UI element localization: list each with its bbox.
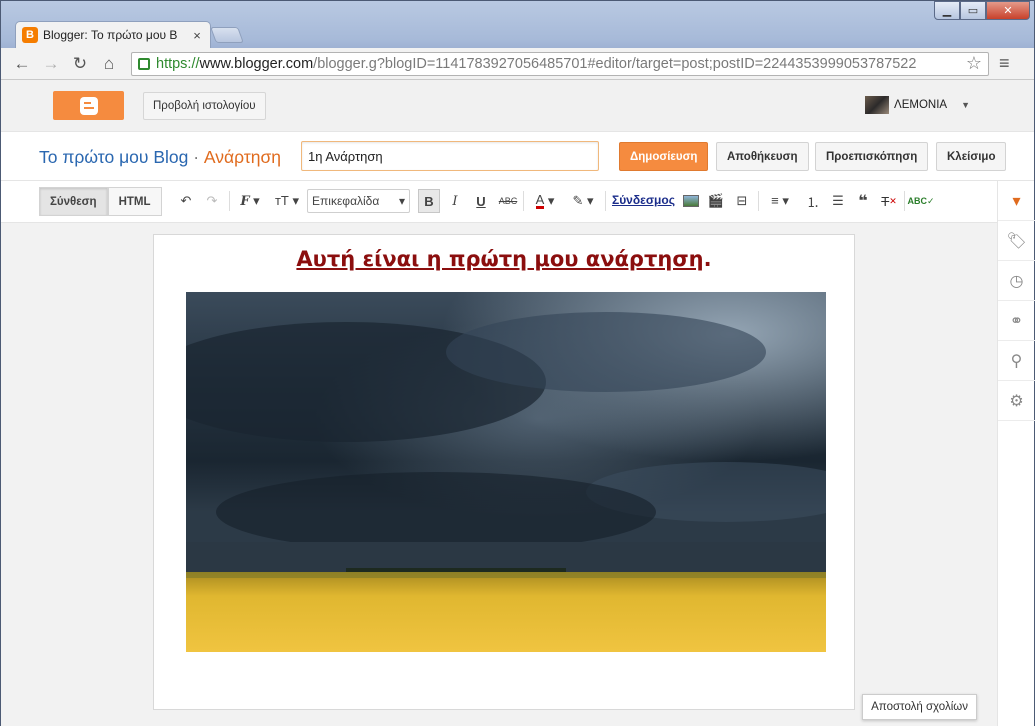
post-heading-text: Αυτή είναι η πρώτη μου ανάρτηση [296,247,704,271]
location-pin-icon[interactable]: ⚲ [998,341,1035,381]
reload-icon[interactable]: ↻ [67,51,93,77]
bold-button[interactable]: B [418,189,440,213]
save-button[interactable]: Αποθήκευση [716,142,809,171]
post-heading[interactable]: Αυτή είναι η πρώτη μου ανάρτηση. [154,247,854,271]
editor-area: Αυτή είναι η πρώτη μου ανάρτηση. Αποστολ… [1,223,997,726]
toolbar-divider [904,191,905,211]
font-family-icon[interactable]: F ▾ [235,189,265,213]
breadcrumb-separator: · [193,147,200,167]
strikethrough-button[interactable]: ABC [496,189,520,213]
browser-tab[interactable]: B Blogger: Το πρώτο μου Β × [15,21,211,48]
options-gear-icon[interactable]: ⚙ [998,381,1035,421]
tab-strip: B Blogger: Το πρώτο μου Β × ▁ ▭ ✕ [1,1,1034,48]
remove-formatting-icon[interactable]: T ✕ [878,189,900,213]
toolbar-divider [229,191,230,211]
publish-button[interactable]: Δημοσίευση [619,142,709,171]
highlight-color-icon[interactable]: ✎ ▾ [567,189,599,213]
format-toolbar: Σύνθεση HTML ↶ ↷ F ▾ тT ▾ Επικεφαλίδα ▾ … [1,181,997,223]
post-settings-panel: ▾ 🏷 ◷ ⚭ ⚲ ⚙ [997,181,1035,726]
numbered-list-icon[interactable]: ⒈ [802,189,824,213]
home-icon[interactable]: ⌂ [96,51,122,77]
minimize-button[interactable]: ▁ [934,1,960,20]
url-host: www.blogger.com [199,55,314,72]
forward-arrow-icon[interactable]: → [38,51,64,77]
blog-name-link[interactable]: Το πρώτο μου Blog [39,147,188,167]
toolbar-divider [758,191,759,211]
window-controls: ▁ ▭ ✕ [934,1,1030,20]
mode-toggle: Σύνθεση HTML [39,187,162,216]
blogger-header: Προβολή ιστολογίου ΛΕΜΟΝΙΑ ▼ [1,80,1034,132]
redo-icon[interactable]: ↷ [201,189,223,213]
insert-image-icon[interactable] [680,189,702,213]
post-bar: Το πρώτο μου Blog · Ανάρτηση 1η Ανάρτηση… [1,132,1034,181]
preview-button[interactable]: Προεπισκόπηση [815,142,929,171]
url-path: /blogger.g?blogID=1141783927056485701#ed… [313,55,917,72]
avatar [865,96,890,114]
font-size-icon[interactable]: тT ▾ [271,189,303,213]
post-settings-expand-icon[interactable]: ▾ [998,181,1035,221]
blogger-favicon-icon: B [22,27,38,43]
underline-button[interactable]: U [470,189,492,213]
blogger-logo-icon [79,96,98,115]
storm-field-graphic [186,292,826,652]
browser-window: B Blogger: Το πρώτο μου Β × ▁ ▭ ✕ ← → ↻ … [0,0,1035,726]
new-tab-button[interactable] [210,27,244,43]
html-mode-button[interactable]: HTML [107,187,162,216]
chevron-down-icon: ▼ [961,100,970,110]
maximize-button[interactable]: ▭ [960,1,986,20]
close-button[interactable]: Κλείσιμο [936,142,1007,171]
permalink-link-icon[interactable]: ⚭ [998,301,1035,341]
bulleted-list-icon[interactable]: ☰ [827,189,849,213]
link-button[interactable]: Σύνδεσμος [612,193,675,207]
schedule-clock-icon[interactable]: ◷ [998,261,1035,301]
lock-icon [138,57,150,70]
close-window-button[interactable]: ✕ [986,1,1030,20]
insert-video-icon[interactable]: 🎬 [705,189,727,213]
toolbar-divider [523,191,524,211]
url-scheme: https:// [156,55,200,72]
browser-toolbar: ← → ↻ ⌂ https:// www.blogger.com /blogge… [1,48,1034,80]
chevron-down-icon: ▾ [398,194,405,208]
heading-select[interactable]: Επικεφαλίδα ▾ [307,189,410,213]
user-menu[interactable]: ΛΕΜΟΝΙΑ ▼ [865,96,970,114]
compose-mode-button[interactable]: Σύνθεση [39,187,108,216]
view-blog-button[interactable]: Προβολή ιστολογίου [143,92,266,120]
italic-button[interactable]: I [444,189,466,213]
quote-icon[interactable]: ❝ [852,189,874,213]
text-color-icon[interactable]: A ▾ [529,189,561,213]
align-icon[interactable]: ≡ ▾ [764,189,796,213]
spellcheck-icon[interactable]: ABC✓ [907,189,934,213]
post-body-editor[interactable]: Αυτή είναι η πρώτη μου ανάρτηση. [153,234,855,710]
address-bar[interactable]: https:// www.blogger.com /blogger.g?blog… [131,51,989,76]
bookmark-star-icon[interactable]: ☆ [966,53,982,74]
breadcrumb: Το πρώτο μου Blog · Ανάρτηση [39,147,281,168]
tab-close-icon[interactable]: × [190,28,204,43]
menu-icon[interactable]: ≡ [999,53,1010,74]
blogger-logo-button[interactable] [53,91,124,120]
labels-tag-icon[interactable]: 🏷 [998,221,1035,261]
post-heading-punct: . [703,247,712,271]
send-feedback-button[interactable]: Αποστολή σχολίων [862,694,977,720]
insert-jump-break-icon[interactable]: ⊟ [731,189,753,213]
toolbar-divider [605,191,606,211]
user-name: ΛΕΜΟΝΙΑ [894,99,948,111]
blogger-page: Προβολή ιστολογίου ΛΕΜΟΝΙΑ ▼ Το πρώτο μο… [1,80,1035,726]
undo-icon[interactable]: ↶ [175,189,197,213]
post-title-input[interactable]: 1η Ανάρτηση [301,141,599,171]
breadcrumb-section: Ανάρτηση [203,147,282,167]
tab-title: Blogger: Το πρώτο μου Β [43,28,178,42]
back-arrow-icon[interactable]: ← [9,51,35,77]
storm-field-image[interactable] [186,292,826,652]
heading-select-value: Επικεφαλίδα [312,194,380,208]
